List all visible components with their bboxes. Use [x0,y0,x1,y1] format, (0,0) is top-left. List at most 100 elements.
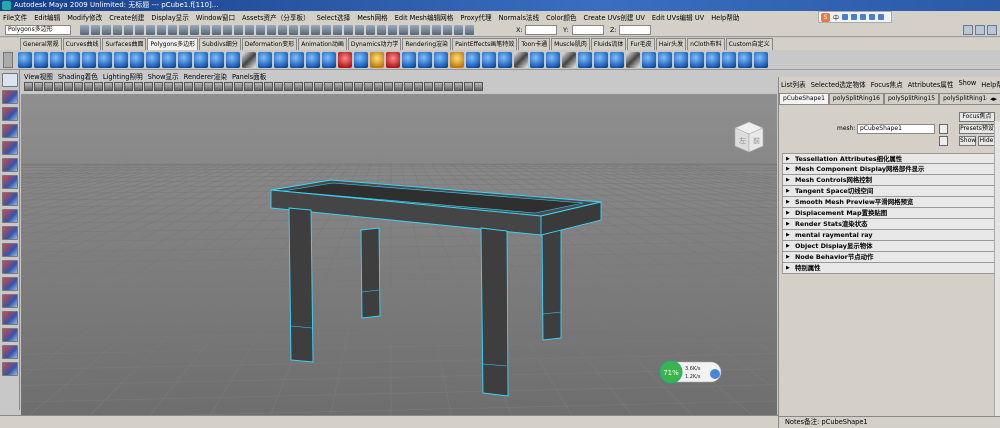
lasso-tool-icon[interactable] [2,90,18,104]
shelf-polygon-tool-icon[interactable] [194,52,208,68]
shelf-polygon-tool-icon[interactable] [290,52,304,68]
sogou-icon[interactable]: S [821,12,830,22]
shelf-tab-polygons[interactable]: Polygons多边形 [147,38,199,50]
status-tool-icon[interactable] [135,25,144,35]
status-tool-icon[interactable] [80,25,89,35]
shelf-tab-curves[interactable]: Curves曲线 [62,38,102,50]
menu-set-selector[interactable]: Polygons多边形 [5,25,71,35]
viewport-toolbar-icon[interactable] [174,82,183,91]
attr-section-tangent-space[interactable]: Tangent Space切线空间 [782,186,998,197]
shelf-polygon-tool-icon[interactable] [546,52,560,68]
scale-tool-icon[interactable] [2,158,18,172]
shelf-polygon-tool-icon[interactable] [578,52,592,68]
shelf-tab-rendering[interactable]: Rendering渲染 [402,38,452,50]
viewport-toolbar-icon[interactable] [24,82,33,91]
menu-modify[interactable]: Modify修改 [67,12,102,22]
shelf-polygon-tool-icon[interactable] [402,52,416,68]
viewport-toolbar-icon[interactable] [124,82,133,91]
status-tool-icon[interactable] [157,25,166,35]
shelf-polygon-tool-icon[interactable] [274,52,288,68]
shelf-tab-fur[interactable]: Fur毛皮 [627,38,655,50]
viewport-toolbar-icon[interactable] [44,82,53,91]
single-view-icon[interactable] [2,226,18,240]
viewport-toolbar-icon[interactable] [34,82,43,91]
viewport-toolbar-icon[interactable] [454,82,463,91]
shelf-polygon-tool-icon[interactable] [354,52,368,68]
status-tool-icon[interactable] [344,25,353,35]
viewport-toolbar-icon[interactable] [474,82,483,91]
viewport-toolbar-icon[interactable] [334,82,343,91]
shelf-polygon-tool-icon[interactable] [242,52,256,68]
menu-create-uvs-uv[interactable]: Create UVs创建 UV [584,12,645,22]
status-tool-icon[interactable] [366,25,375,35]
viewport-toolbar-icon[interactable] [154,82,163,91]
status-tool-icon[interactable] [432,25,441,35]
attr-menu-help[interactable]: Help帮助 [981,79,1000,90]
shelf-polygon-tool-icon[interactable] [514,52,528,68]
persp-hypershade-icon[interactable] [2,345,18,359]
viewport-toolbar-icon[interactable] [434,82,443,91]
viewport-toolbar-icon[interactable] [294,82,303,91]
shelf-polygon-tool-icon[interactable] [66,52,80,68]
shelf-polygon-tool-icon[interactable] [530,52,544,68]
viewport-menu-panels[interactable]: Panels面板 [232,71,266,81]
status-tool-icon[interactable] [278,25,287,35]
four-view-icon[interactable] [2,243,18,257]
menu-proxy[interactable]: Proxy代理 [460,12,491,22]
shelf-polygon-tool-icon[interactable] [594,52,608,68]
viewport-menu-show[interactable]: Show显示 [148,71,179,81]
status-tool-icon[interactable] [289,25,298,35]
status-tool-icon[interactable] [256,25,265,35]
viewport-toolbar-icon[interactable] [414,82,423,91]
status-tool-icon[interactable] [388,25,397,35]
shelf-polygon-tool-icon[interactable] [738,52,752,68]
shelf-polygon-tool-icon[interactable] [50,52,64,68]
hypershade-layout-icon[interactable] [2,294,18,308]
viewport-toolbar-icon[interactable] [264,82,273,91]
select-tool-icon[interactable] [2,73,18,87]
viewport-toolbar-icon[interactable] [304,82,313,91]
viewport-3d-scene[interactable]: 左 前 71% 3.6K/s 1.2K/s [21,94,777,415]
status-tool-icon[interactable] [91,25,100,35]
script-layout-icon[interactable] [2,362,18,376]
shelf-tab-general[interactable]: General常规 [20,38,62,50]
status-tool-icon[interactable] [465,25,474,35]
status-tool-icon[interactable] [146,25,155,35]
viewport-menu-renderer[interactable]: Renderer渲染 [184,71,227,81]
tools-icon[interactable] [878,14,885,20]
attr-section-mesh-controls[interactable]: Mesh Controls网格控制 [782,175,998,186]
status-tool-icon[interactable] [223,25,232,35]
shelf-tab-fluids[interactable]: Fluids流体 [590,38,627,50]
menu-edit-uvs-uv[interactable]: Edit UVs编辑 UV [652,12,704,22]
viewport-toolbar-icon[interactable] [394,82,403,91]
shelf-polygon-tool-icon[interactable] [706,52,720,68]
shelf-polygon-tool-icon[interactable] [114,52,128,68]
status-tool-icon[interactable] [245,25,254,35]
skin-icon[interactable] [869,14,876,20]
attr-section-mental-raymental-ray[interactable]: mental raymental ray [782,230,998,241]
viewport-toolbar-icon[interactable] [74,82,83,91]
viewport-toolbar-icon[interactable] [184,82,193,91]
menu-help[interactable]: Help帮助 [711,12,739,22]
shelf-polygon-tool-icon[interactable] [450,52,464,68]
presets-button[interactable]: Presets预设 [959,124,995,134]
soft-mod-icon[interactable] [2,192,18,206]
status-tool-icon[interactable] [267,25,276,35]
select-node-icon[interactable] [939,124,948,134]
tool-settings-toggle-icon[interactable] [975,25,985,35]
status-tool-icon[interactable] [212,25,221,35]
attribute-editor-toggle-icon[interactable] [963,25,973,35]
viewport-toolbar-icon[interactable] [244,82,253,91]
menu-mesh[interactable]: Mesh网格 [357,12,388,22]
attr-section-smooth-mesh-preview[interactable]: Smooth Mesh Preview平滑网格预览 [782,197,998,208]
viewport-menu-lighting[interactable]: Lighting照明 [103,71,143,81]
attr-section-render-stats[interactable]: Render Stats渲染状态 [782,219,998,230]
status-tool-icon[interactable] [190,25,199,35]
status-tool-icon[interactable] [454,25,463,35]
shelf-polygon-tool-icon[interactable] [674,52,688,68]
shelf-polygon-tool-icon[interactable] [210,52,224,68]
status-tool-icon[interactable] [333,25,342,35]
network-monitor-widget[interactable]: 71% 3.6K/s 1.2K/s [659,360,722,384]
attr-section-displacement-map[interactable]: Displacement Map置换贴图 [782,208,998,219]
status-tool-icon[interactable] [377,25,386,35]
